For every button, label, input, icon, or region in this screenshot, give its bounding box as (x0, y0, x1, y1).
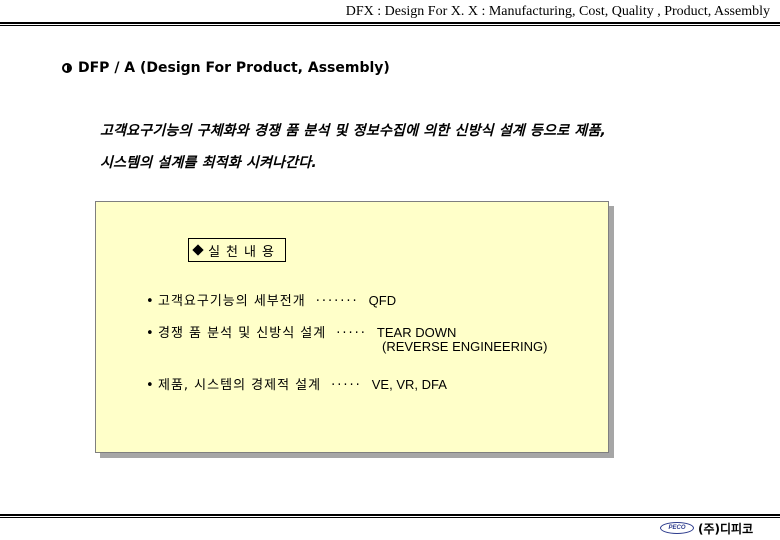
intro-line-2: 시스템의 설계를 최적화 시켜나간다. (100, 155, 317, 171)
header-divider (0, 22, 780, 24)
list-item-value: QFD (368, 293, 397, 308)
list-item: • 고객요구기능의 세부전개 ······· QFD (146, 290, 396, 309)
footer-divider-thin (0, 517, 780, 518)
list-item-subvalue: (REVERSE ENGINEERING) (382, 339, 548, 354)
company-logo: PECO (660, 522, 694, 534)
list-item-text: 경쟁 품 분석 및 신방식 설계 (158, 326, 327, 341)
intro-line-1: 고객요구기능의 구체화와 경쟁 품 분석 및 정보수집에 의한 신방식 설계 등… (100, 123, 607, 139)
list-item-value: TEAR DOWN (376, 325, 457, 340)
practice-label-box: 실천내용 (188, 238, 286, 262)
leader-dots: ····· (336, 326, 367, 341)
half-filled-circle-icon (62, 63, 72, 73)
section-heading-text: DFP / A (Design For Product, Assembly) (78, 60, 390, 76)
bullet-icon: • (146, 378, 154, 393)
list-item: • 제품, 시스템의 경제적 설계 ····· VE, VR, DFA (146, 374, 447, 393)
section-heading: DFP / A (Design For Product, Assembly) (62, 60, 390, 76)
document-header-title: DFX : Design For X. X : Manufacturing, C… (345, 4, 770, 19)
bullet-icon: • (146, 294, 154, 309)
list-item-text: 고객요구기능의 세부전개 (158, 294, 306, 309)
list-item-value: VE, VR, DFA (371, 377, 447, 392)
diamond-icon (192, 244, 204, 256)
header-divider-thin (0, 25, 780, 26)
leader-dots: ····· (331, 378, 362, 393)
bullet-icon: • (146, 326, 154, 341)
list-item-text: 제품, 시스템의 경제적 설계 (158, 378, 322, 393)
practice-label-text: 실천내용 (208, 244, 280, 260)
company-name: (주)디피코 (698, 522, 754, 536)
footer-divider (0, 514, 780, 516)
leader-dots: ······· (315, 294, 359, 309)
